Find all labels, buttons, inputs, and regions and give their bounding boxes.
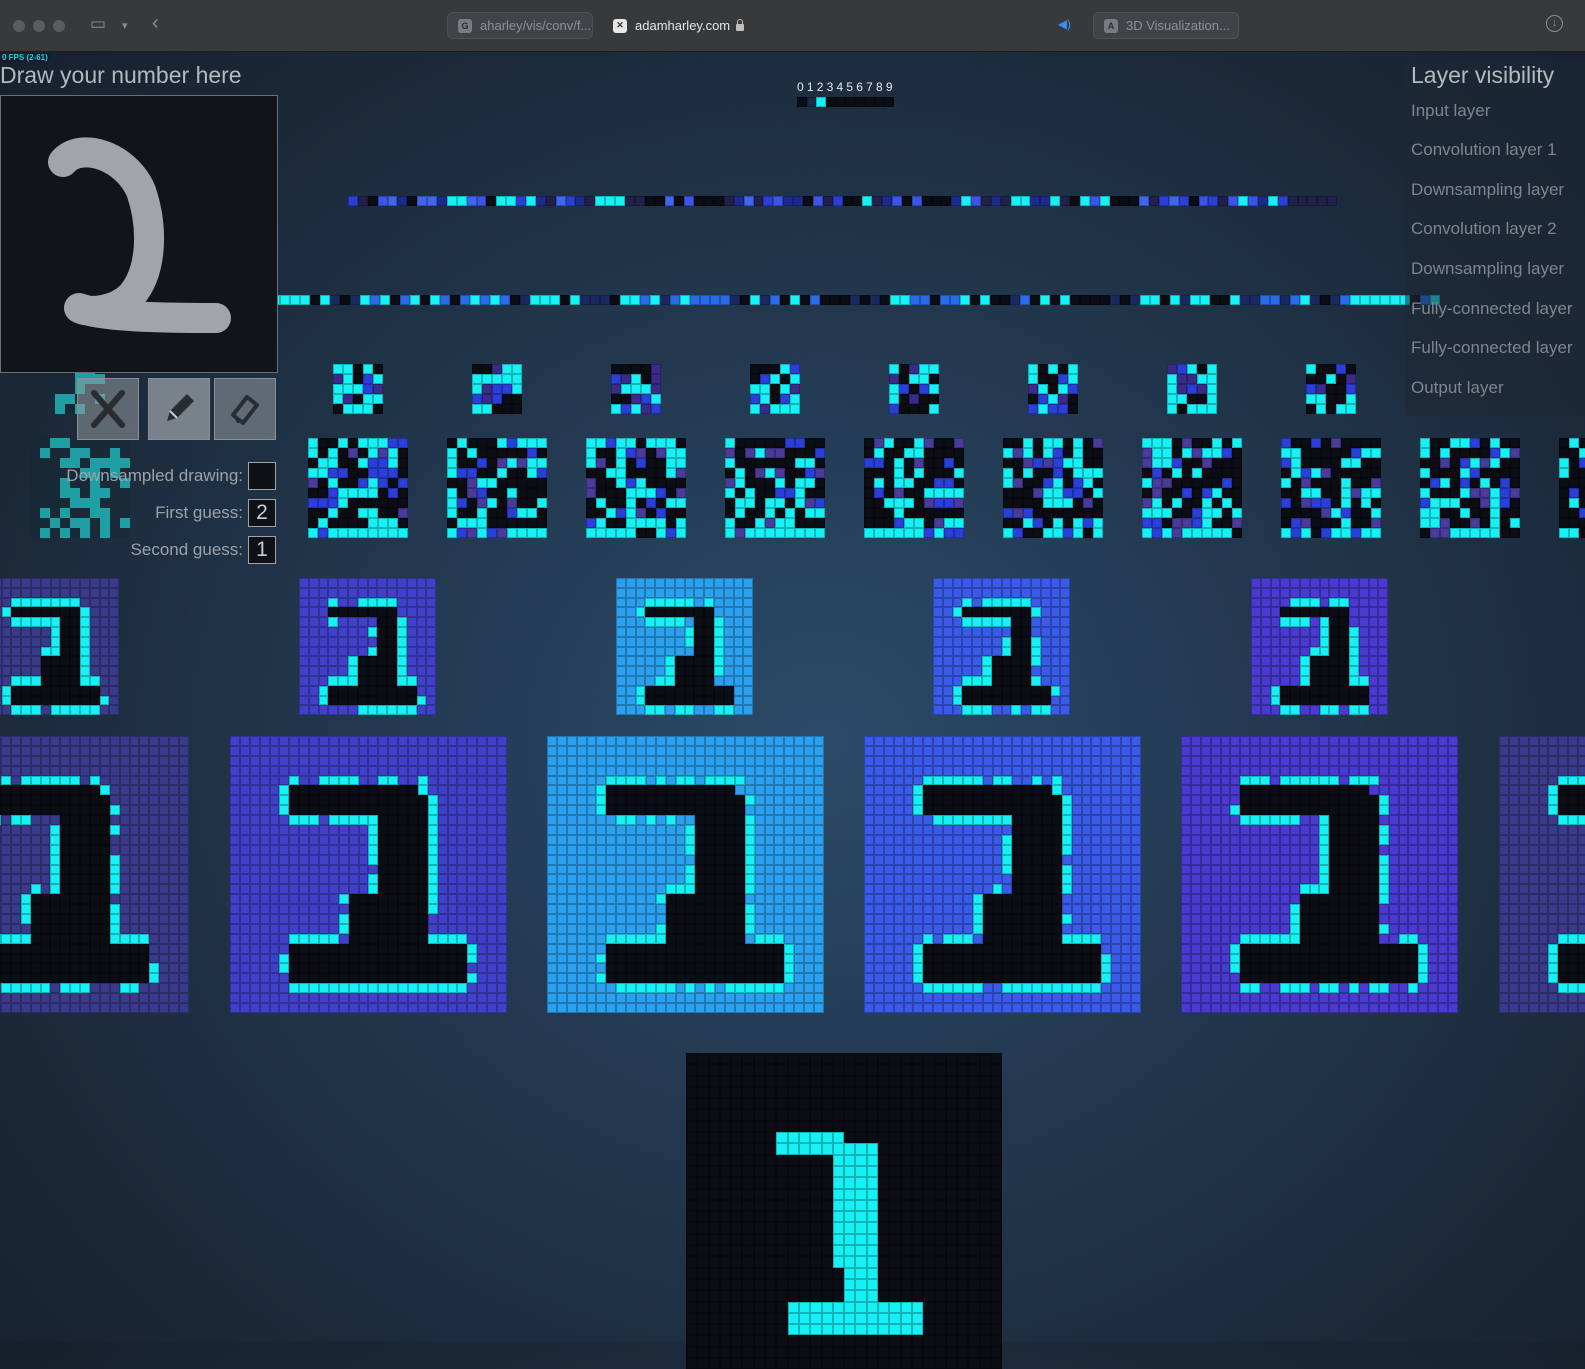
convolution-layer-1-map [0, 736, 189, 1013]
convolution-layer-1-map [1499, 736, 1585, 1013]
convolution-layer-2-map [1281, 438, 1381, 538]
chevron-down-icon[interactable]: ▾ [122, 19, 128, 32]
downsampling-layer-2-map [889, 364, 939, 414]
sidebar-icon[interactable]: ▭ [90, 14, 106, 34]
downsampled-preview [248, 462, 276, 490]
clear-icon [91, 390, 125, 428]
layer-toggle-conv1[interactable]: Convolution layer 1 [1411, 140, 1557, 160]
output-digit-labels: 0123456789 [797, 80, 896, 94]
browser-toolbar: ▭ ▾ ‹ G aharley/vis/conv/f... ✕ adamharl… [0, 0, 1585, 52]
convolution-layer-2-map [1420, 438, 1520, 538]
convolution-layer-2-map [725, 438, 825, 538]
downsampling-layer-2-map [472, 364, 522, 414]
downsampling-layer-2-map [333, 364, 383, 414]
downsampling-layer-1-map [299, 578, 437, 716]
second-guess-value: 1 [248, 536, 276, 564]
pencil-icon [167, 394, 194, 421]
downsampling-layer-2-map [1028, 364, 1078, 414]
eraser-icon [231, 395, 259, 425]
tab-adamharley[interactable]: ✕ adamharley.com ◀) [603, 12, 1083, 39]
output-layer [797, 97, 894, 107]
back-icon[interactable]: ‹ [152, 12, 159, 35]
convolution-layer-2-map [447, 438, 547, 538]
layer-toggle-output[interactable]: Output layer [1411, 378, 1504, 398]
convolution-layer-2-map [1142, 438, 1242, 538]
tab-aharley[interactable]: G aharley/vis/conv/f... [447, 12, 593, 39]
convolution-layer-2-map [586, 438, 686, 538]
zoom-window-button[interactable] [53, 20, 65, 32]
layer-visibility-title: Layer visibility [1411, 62, 1555, 88]
fully-connected-layer-1 [250, 295, 1440, 305]
first-guess-value: 2 [248, 499, 276, 527]
convolution-layer-1-map [230, 736, 507, 1013]
drawn-stroke [48, 137, 231, 333]
tab-favicon-icon: ✕ [613, 18, 627, 33]
eraser-button[interactable] [214, 378, 276, 440]
minimize-window-button[interactable] [33, 20, 45, 32]
first-guess-label: First guess: [155, 503, 243, 522]
downsampled-label: Downsampled drawing: [66, 466, 243, 485]
layer-toggle-input[interactable]: Input layer [1411, 101, 1490, 121]
downsampling-layer-2-map [611, 364, 661, 414]
tab-3d-visualization[interactable]: A 3D Visualization... [1093, 12, 1239, 39]
downsampling-layer-2-map [750, 364, 800, 414]
downsampling-layer-1-map [616, 578, 754, 716]
tab-favicon-icon: A [1104, 18, 1118, 33]
convolution-layer-2-map [1003, 438, 1103, 538]
downsampling-layer-1-map [0, 578, 120, 716]
pencil-button[interactable] [148, 378, 210, 440]
layer-toggle-downsample2[interactable]: Downsampling layer [1411, 259, 1564, 279]
overlay-artifact [30, 438, 130, 538]
drawing-canvas[interactable] [0, 95, 278, 373]
draw-title: Draw your number here [0, 62, 242, 88]
clear-button[interactable] [77, 378, 139, 440]
convolution-layer-2-map [1559, 438, 1585, 538]
fully-connected-layer-2 [348, 196, 1338, 206]
tab-favicon-icon: G [458, 18, 472, 33]
convolution-layer-2-map [308, 438, 408, 538]
download-icon[interactable]: ↓ [1546, 15, 1563, 32]
downsampling-layer-2-map [1306, 364, 1356, 414]
tab-label: aharley/vis/conv/f... [480, 18, 592, 33]
convolution-layer-2-map [864, 438, 964, 538]
close-window-button[interactable] [13, 20, 25, 32]
downsampling-layer-1-map [1251, 578, 1389, 716]
tab-label: 3D Visualization... [1126, 18, 1230, 33]
layer-toggle-fc2[interactable]: Fully-connected layer [1411, 338, 1573, 358]
second-guess-label: Second guess: [130, 540, 243, 559]
convolution-layer-1-map [1181, 736, 1458, 1013]
layer-toggle-conv2[interactable]: Convolution layer 2 [1411, 219, 1557, 239]
convolution-layer-1-map [547, 736, 824, 1013]
downsampling-layer-2-map [1167, 364, 1217, 414]
layer-toggle-fc1[interactable]: Fully-connected layer [1411, 299, 1573, 319]
fps-counter: 0 FPS (2-61) [0, 53, 50, 62]
audio-icon[interactable]: ◀) [1058, 17, 1071, 31]
downsampling-layer-1-map [933, 578, 1071, 716]
input-layer [686, 1053, 1003, 1369]
lock-icon [736, 19, 745, 31]
address-label: adamharley.com [635, 18, 731, 33]
layer-toggle-downsample1[interactable]: Downsampling layer [1411, 180, 1564, 200]
convolution-layer-1-map [864, 736, 1141, 1013]
